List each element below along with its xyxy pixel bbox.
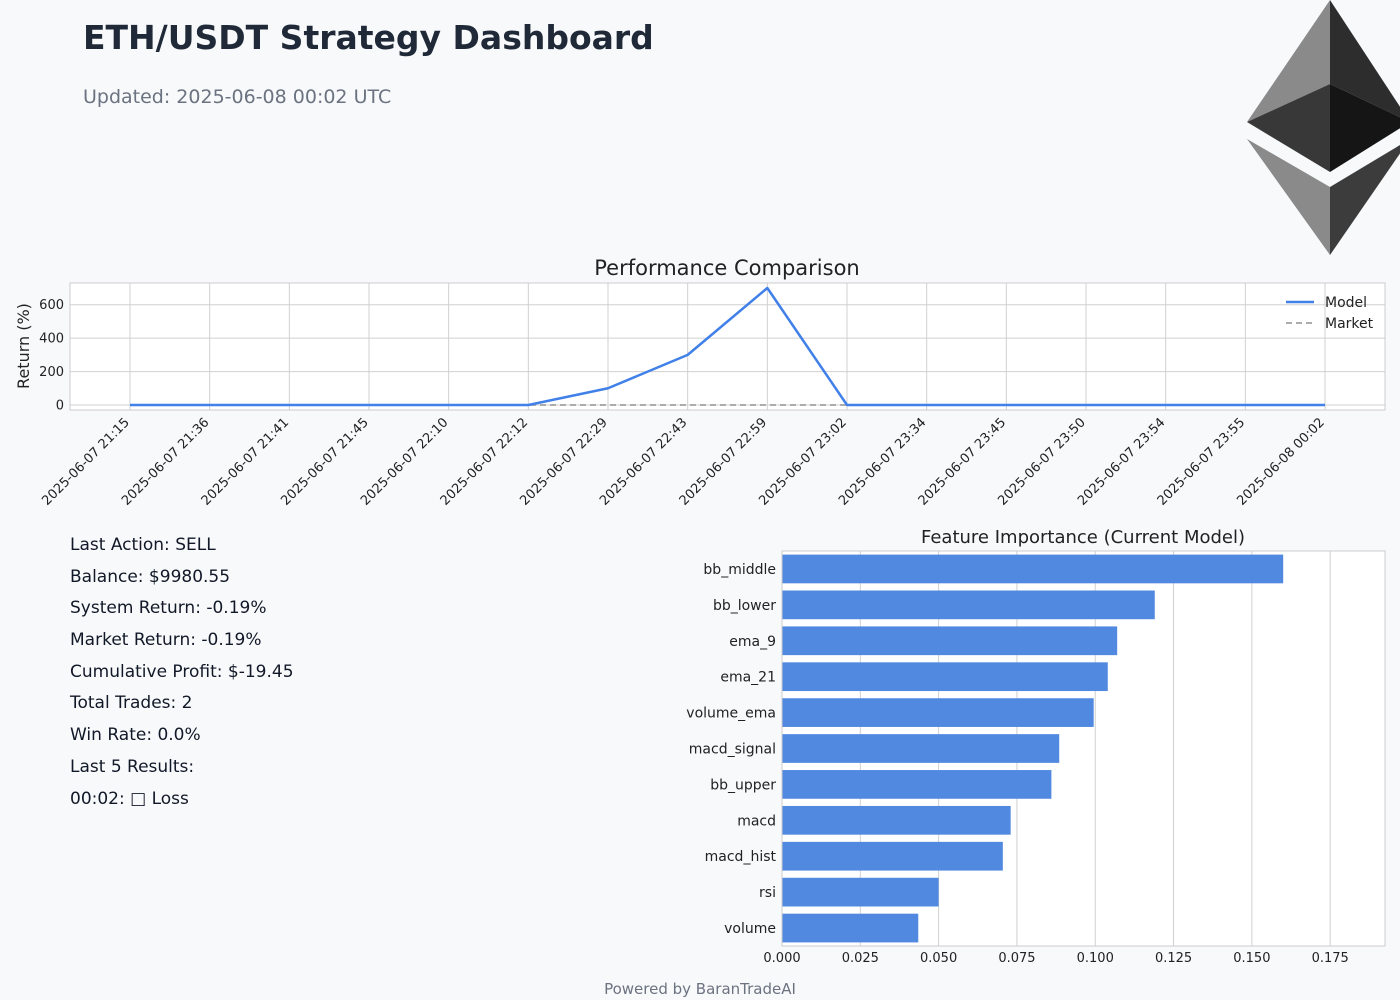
y-tick-label: bb_middle xyxy=(703,562,776,578)
y-tick-label: macd_signal xyxy=(689,742,776,758)
stat-balance: Balance: $9980.55 xyxy=(70,566,231,587)
charts-canvas: Performance Comparison Return (%) 0 200 40… xyxy=(14,256,1386,966)
bar xyxy=(782,770,1052,799)
x-tick-label: 0.050 xyxy=(920,951,957,966)
x-tick-label: 2025-06-07 23:54 xyxy=(1075,415,1168,508)
bar xyxy=(782,590,1155,620)
footer-credit: Powered by BaranTradeAI xyxy=(604,980,796,998)
bar-chart: 0.000 0.025 0.050 0.075 0.100 0.125 0.150 0.175… xyxy=(686,550,1386,966)
x-tick-label: 0.025 xyxy=(842,951,879,966)
y-tick-label: ema_21 xyxy=(720,670,776,686)
line-chart: 02004006002025-06-07 21:152025-06-07 21:… xyxy=(39,282,1386,509)
bar xyxy=(782,626,1118,656)
y-tick-label: 200 xyxy=(39,365,64,380)
x-tick-label: 2025-06-07 21:36 xyxy=(119,415,212,508)
y-tick-label: volume_ema xyxy=(686,706,776,722)
y-tick-label: bb_upper xyxy=(710,777,776,793)
bar-chart-title: Feature Importance (Current Model) xyxy=(921,527,1245,548)
x-tick-label: 2025-06-07 21:41 xyxy=(199,415,292,508)
x-tick-label: 2025-06-07 23:45 xyxy=(916,415,1009,508)
y-tick-label: 0 xyxy=(56,398,64,413)
stat-cumulative-profit: Cumulative Profit: $-19.45 xyxy=(70,661,294,682)
x-tick-label: 0.000 xyxy=(763,951,800,966)
x-tick-label: 0.150 xyxy=(1233,951,1270,966)
bar xyxy=(782,698,1094,727)
y-tick-label: bb_lower xyxy=(713,598,776,614)
x-tick-label: 2025-06-07 22:29 xyxy=(517,415,610,508)
stat-total-trades: Total Trades: 2 xyxy=(70,693,193,714)
bar xyxy=(782,662,1108,692)
stat-last-result-item: 00:02: □ Loss xyxy=(70,788,189,809)
y-tick-label: 400 xyxy=(39,332,64,347)
stat-last-results-label: Last 5 Results: xyxy=(70,756,195,777)
x-tick-label: 0.125 xyxy=(1155,951,1192,966)
x-tick-label: 2025-06-07 22:12 xyxy=(438,415,531,508)
y-tick-label: macd_hist xyxy=(705,849,777,865)
bar xyxy=(782,554,1284,584)
y-tick-label: rsi xyxy=(759,885,776,901)
line-chart-ylabel: Return (%) xyxy=(14,303,33,389)
bar xyxy=(782,877,939,907)
x-tick-label: 2025-06-07 23:55 xyxy=(1155,415,1248,508)
stats-panel: Last Action: SELL Balance: $9980.55 Syst… xyxy=(70,533,294,818)
x-tick-label: 0.075 xyxy=(998,951,1035,966)
y-tick-label: 600 xyxy=(39,298,64,313)
x-tick-label: 2025-06-07 21:15 xyxy=(39,415,132,508)
line-plot-area xyxy=(70,283,1385,410)
y-tick-label: macd xyxy=(737,813,776,829)
bar xyxy=(782,734,1060,763)
x-tick-label: 0.175 xyxy=(1312,951,1349,966)
x-tick-label: 2025-06-07 22:59 xyxy=(677,415,770,508)
stat-last-action: Last Action: SELL xyxy=(70,535,216,555)
x-tick-label: 2025-06-07 23:50 xyxy=(995,415,1088,508)
line-chart-title: Performance Comparison xyxy=(594,256,859,280)
stat-market-return: Market Return: -0.19% xyxy=(70,630,262,651)
x-tick-label: 2025-06-07 23:34 xyxy=(836,415,929,508)
stat-win-rate: Win Rate: 0.0% xyxy=(70,725,201,746)
x-tick-label: 2025-06-07 21:45 xyxy=(278,415,371,508)
x-tick-label: 2025-06-08 00:02 xyxy=(1234,415,1327,508)
y-tick-label: volume xyxy=(724,921,776,937)
x-tick-label: 2025-06-07 22:10 xyxy=(358,415,451,508)
bar xyxy=(782,841,1003,871)
bar xyxy=(782,913,919,943)
stat-system-return: System Return: -0.19% xyxy=(70,598,267,619)
y-tick-label: ema_9 xyxy=(729,634,776,650)
x-tick-label: 2025-06-07 22:43 xyxy=(597,415,690,508)
bar xyxy=(782,805,1011,835)
legend-label: Market xyxy=(1325,316,1374,332)
legend-label: Model xyxy=(1325,295,1367,311)
x-tick-label: 2025-06-07 23:02 xyxy=(756,415,849,508)
x-tick-label: 0.100 xyxy=(1077,951,1114,966)
